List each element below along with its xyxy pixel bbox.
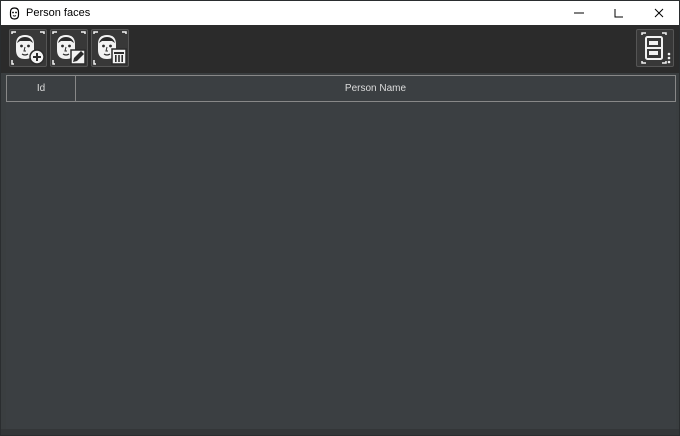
person-faces-table: Id Person Name xyxy=(6,75,676,430)
column-header-id[interactable]: Id xyxy=(6,76,75,101)
close-icon xyxy=(654,8,664,18)
table-body xyxy=(6,102,676,430)
column-header-label: Person Name xyxy=(344,83,407,94)
add-person-face-button[interactable] xyxy=(9,29,47,67)
restore-icon xyxy=(614,9,623,18)
delete-person-face-icon xyxy=(93,31,127,65)
window-controls xyxy=(559,1,679,25)
person-faces-window: Person faces Id Person Name xyxy=(0,0,680,436)
toolbar xyxy=(1,25,679,73)
minimize-icon xyxy=(574,12,584,14)
app-icon xyxy=(8,6,20,20)
column-header-label: Id xyxy=(36,83,46,94)
table-header: Id Person Name xyxy=(6,75,676,102)
minimize-button[interactable] xyxy=(559,1,599,25)
restore-button[interactable] xyxy=(599,1,639,25)
edit-person-face-icon xyxy=(52,31,86,65)
edit-person-face-button[interactable] xyxy=(50,29,88,67)
delete-person-face-button[interactable] xyxy=(91,29,129,67)
window-title: Person faces xyxy=(26,7,91,19)
add-person-face-icon xyxy=(11,31,45,65)
column-layout-icon xyxy=(641,32,671,64)
title-bar: Person faces xyxy=(1,1,679,25)
column-layout-button[interactable] xyxy=(636,29,674,67)
column-header-person-name[interactable]: Person Name xyxy=(75,76,676,101)
window-bottom-edge xyxy=(1,429,679,435)
close-button[interactable] xyxy=(639,1,679,25)
